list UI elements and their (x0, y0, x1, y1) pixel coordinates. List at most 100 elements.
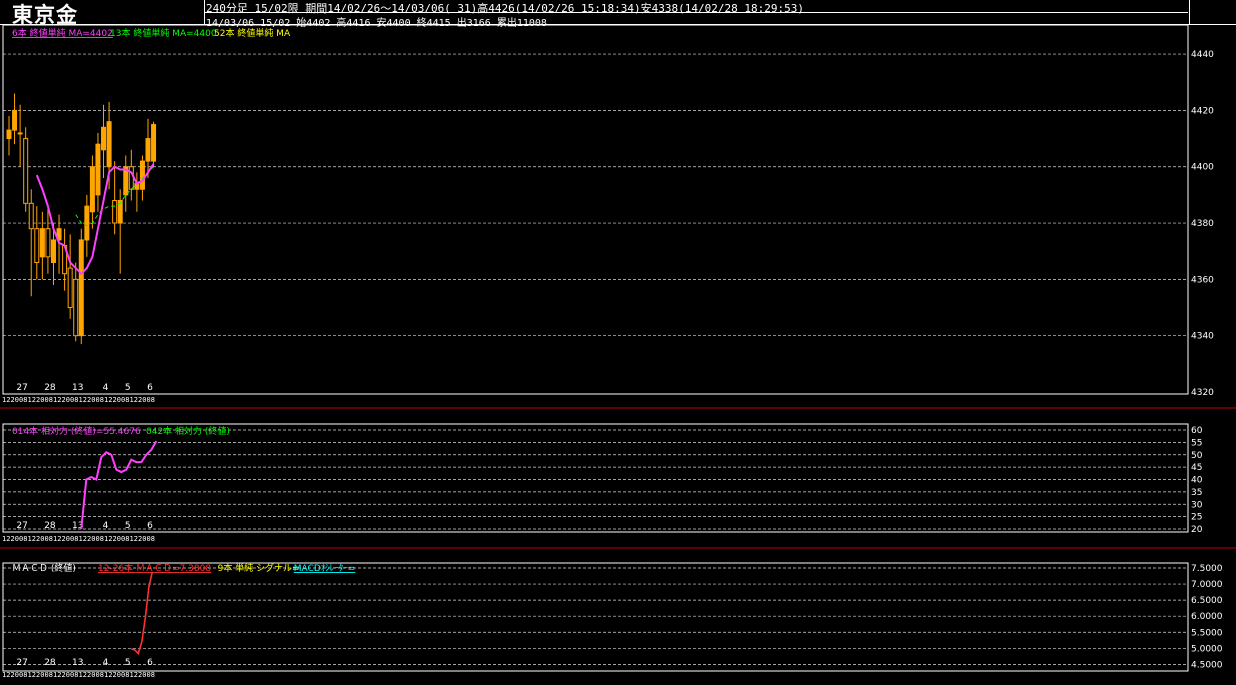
x-hour-label: 08 (45, 535, 53, 543)
x-hour-label: 12 (2, 396, 10, 404)
candle-body (128, 166, 134, 190)
x-day-label: 28 (44, 383, 56, 393)
x-hour-label: 08 (70, 671, 78, 679)
x-day-label: 5 (125, 521, 131, 531)
y-tick-label: 5.0000 (1191, 644, 1223, 654)
candle-body (95, 143, 101, 196)
x-hour-label: 12 (130, 396, 138, 404)
x-hour-label: 08 (147, 535, 155, 543)
legend-entry: MACDｵｼﾚｰﾀｰ= (294, 563, 356, 574)
x-day-label: 5 (125, 658, 131, 668)
x-hour-label: 08 (70, 535, 78, 543)
y-tick-label: 4340 (1191, 332, 1214, 342)
x-hour-label: 08 (19, 671, 27, 679)
legend-title: ＭＡＣＤ (終値) (12, 562, 76, 574)
x-hour-label: 12 (2, 671, 10, 679)
candle-body (23, 138, 29, 204)
y-tick-label: 4440 (1191, 50, 1214, 60)
candle-body (34, 228, 40, 263)
legend-entry: 13本 終値単純 MA=4400 (110, 27, 217, 39)
y-tick-label: 6.5000 (1191, 596, 1223, 606)
x-hour-label: 20 (113, 535, 121, 543)
x-hour-label: 08 (121, 671, 129, 679)
legend-entry: 52本 終値単純 MA (214, 27, 291, 39)
y-tick-label: 40 (1191, 476, 1203, 486)
x-hour-label: 08 (96, 535, 104, 543)
y-tick-label: 7.0000 (1191, 580, 1223, 590)
x-hour-label: 08 (96, 671, 104, 679)
legend-entry: 042本 相対力 (終値) (146, 425, 230, 437)
x-day-label: 4 (103, 658, 109, 668)
x-day-label: 28 (44, 658, 56, 668)
x-day-label: 4 (103, 383, 109, 393)
candle-body (45, 228, 51, 258)
x-hour-label: 08 (121, 535, 129, 543)
candle-body (139, 160, 145, 190)
x-hour-axis: 12 20 08 12 20 08 12 20 08 12 20 08 12 20 08 12 20 08 (2, 535, 155, 543)
x-hour-label: 08 (121, 396, 129, 404)
x-hour-label: 08 (45, 396, 53, 404)
x-day-label: 6 (147, 521, 153, 531)
x-hour-label: 08 (147, 396, 155, 404)
x-hour-label: 20 (138, 396, 146, 404)
x-day-label: 27 (16, 521, 27, 531)
x-hour-label: 08 (19, 396, 27, 404)
rsi14-line (80, 440, 158, 530)
x-day-label: 6 (147, 658, 153, 668)
y-tick-label: 4360 (1191, 275, 1214, 285)
x-hour-axis: 12 20 08 12 20 08 12 20 08 12 20 08 12 20 08 12 20 08 (2, 671, 155, 679)
legend-entry: 12-26本 ＭＡＣＤ=7.3808 (98, 562, 211, 574)
y-tick-label: 50 (1191, 451, 1203, 461)
y-tick-label: 5.5000 (1191, 628, 1223, 638)
y-tick-label: 30 (1191, 500, 1203, 510)
candle-body (145, 138, 151, 162)
candle-body (6, 129, 12, 140)
candle-body (12, 109, 18, 131)
candle-body (84, 205, 90, 241)
x-hour-label: 20 (138, 671, 146, 679)
x-hour-label: 12 (53, 535, 61, 543)
x-hour-axis: 12 20 08 12 20 08 12 20 08 12 20 08 12 20 08 12 20 08 (2, 396, 155, 404)
x-hour-label: 12 (79, 396, 87, 404)
y-tick-label: 25 (1191, 513, 1202, 523)
x-hour-label: 12 (28, 535, 36, 543)
x-hour-label: 20 (11, 671, 19, 679)
x-hour-label: 20 (36, 671, 44, 679)
legend-entry: 014本 相対力 (終値)=55.4676 (12, 425, 141, 437)
x-hour-label: 08 (70, 396, 78, 404)
legend-entry: 9本 単純 シグナル= (218, 562, 300, 574)
candle-body (106, 121, 112, 168)
candle-body (28, 202, 34, 230)
x-hour-label: 20 (87, 671, 95, 679)
chart-canvas: 444044204400438043604340432027 28 13 4 5 612 2… (0, 24, 1236, 679)
x-hour-label: 12 (28, 396, 36, 404)
y-tick-label: 4400 (1191, 163, 1214, 173)
x-day-label: 28 (44, 521, 56, 531)
x-hour-label: 20 (11, 535, 19, 543)
x-hour-label: 12 (104, 535, 112, 543)
y-tick-label: 4.5000 (1191, 660, 1223, 670)
y-tick-label: 60 (1191, 426, 1203, 436)
candle-body (151, 123, 157, 162)
x-hour-label: 12 (130, 671, 138, 679)
candle-body (50, 239, 56, 263)
candle-body (101, 126, 107, 151)
x-day-label: 27 (16, 658, 27, 668)
x-hour-label: 20 (113, 396, 121, 404)
y-tick-label: 6.0000 (1191, 612, 1223, 622)
x-day-label: 5 (125, 383, 131, 393)
candle-body (78, 239, 84, 337)
y-tick-label: 20 (1191, 525, 1203, 535)
legend-entry: 6本 終値単純 MA=4402 (12, 27, 113, 39)
x-day-label: 6 (147, 383, 153, 393)
y-tick-label: 7.5000 (1191, 564, 1223, 574)
y-tick-label: 4420 (1191, 106, 1214, 116)
x-hour-label: 12 (130, 535, 138, 543)
x-hour-label: 12 (79, 535, 87, 543)
x-hour-label: 08 (147, 671, 155, 679)
x-hour-label: 20 (36, 535, 44, 543)
y-tick-label: 35 (1191, 488, 1202, 498)
y-tick-label: 4380 (1191, 219, 1214, 229)
x-hour-label: 20 (87, 396, 95, 404)
panel-frame-2 (2, 423, 1189, 533)
